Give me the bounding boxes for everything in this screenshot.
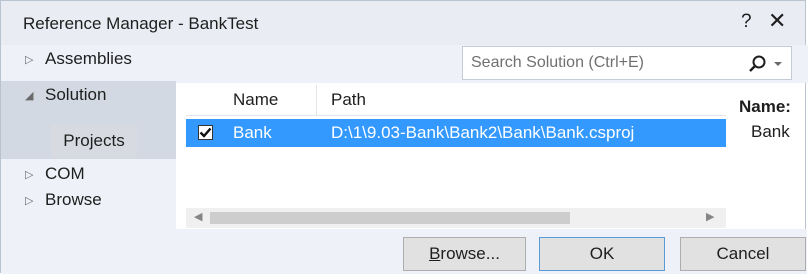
window-title: Reference Manager - BankTest bbox=[23, 14, 259, 33]
checkmark-icon bbox=[199, 127, 212, 138]
sidebar-item-solution[interactable]: ◢ Solution bbox=[25, 85, 106, 105]
close-button[interactable]: ✕ bbox=[768, 8, 786, 34]
grid-header: Name Path bbox=[186, 85, 726, 116]
expand-arrow-icon: ▷ bbox=[25, 194, 34, 207]
column-divider[interactable] bbox=[316, 85, 317, 115]
search-button[interactable] bbox=[748, 53, 788, 75]
detail-name-value: Bank bbox=[751, 122, 790, 141]
help-button[interactable]: ? bbox=[741, 11, 752, 33]
column-header-path[interactable]: Path bbox=[331, 90, 366, 110]
search-input[interactable] bbox=[471, 47, 726, 79]
search-icon bbox=[749, 55, 766, 72]
ok-button[interactable]: OK bbox=[539, 237, 665, 271]
collapse-arrow-icon: ◢ bbox=[25, 89, 34, 102]
sidebar-item-label: Solution bbox=[45, 85, 107, 104]
chevron-down-icon bbox=[774, 62, 782, 66]
scroll-thumb[interactable] bbox=[210, 212, 570, 224]
sidebar-item-label: Browse bbox=[45, 190, 102, 209]
search-box bbox=[462, 46, 792, 80]
title-bar: Reference Manager - BankTest ? ✕ bbox=[1, 1, 805, 45]
column-header-name[interactable]: Name bbox=[233, 90, 278, 110]
scroll-right-icon[interactable]: ▶ bbox=[706, 210, 714, 223]
scroll-left-icon[interactable]: ◀ bbox=[194, 210, 202, 223]
sidebar-item-assemblies[interactable]: ▷ Assemblies bbox=[25, 49, 132, 69]
sidebar-item-label: COM bbox=[45, 164, 85, 183]
browse-button[interactable]: Browse... bbox=[403, 237, 526, 271]
browse-label-rest: rowse... bbox=[440, 244, 500, 263]
sidebar-item-com[interactable]: ▷ COM bbox=[25, 164, 85, 184]
horizontal-scrollbar[interactable]: ◀ ▶ bbox=[186, 208, 726, 228]
detail-name-label: Name: bbox=[739, 97, 791, 116]
reference-manager-dialog: Reference Manager - BankTest ? ✕ ▷ Assem… bbox=[0, 0, 808, 274]
sidebar-item-projects[interactable]: Projects bbox=[51, 125, 137, 157]
row-name: Bank bbox=[233, 123, 272, 142]
include-checkbox[interactable] bbox=[198, 125, 213, 140]
expand-arrow-icon: ▷ bbox=[25, 168, 34, 181]
sidebar-item-label: Assemblies bbox=[45, 49, 132, 68]
button-bar: Browse... OK Cancel bbox=[1, 229, 807, 274]
expand-arrow-icon: ▷ bbox=[25, 53, 34, 66]
table-row[interactable]: Bank D:\1\9.03-Bank\Bank2\Bank\Bank.cspr… bbox=[186, 119, 726, 147]
sidebar-item-browse[interactable]: ▷ Browse bbox=[25, 190, 102, 210]
row-path: D:\1\9.03-Bank\Bank2\Bank\Bank.csproj bbox=[331, 123, 635, 142]
sidebar-item-label: Projects bbox=[63, 131, 125, 150]
browse-accelerator: B bbox=[429, 244, 441, 263]
cancel-button[interactable]: Cancel bbox=[680, 237, 806, 271]
